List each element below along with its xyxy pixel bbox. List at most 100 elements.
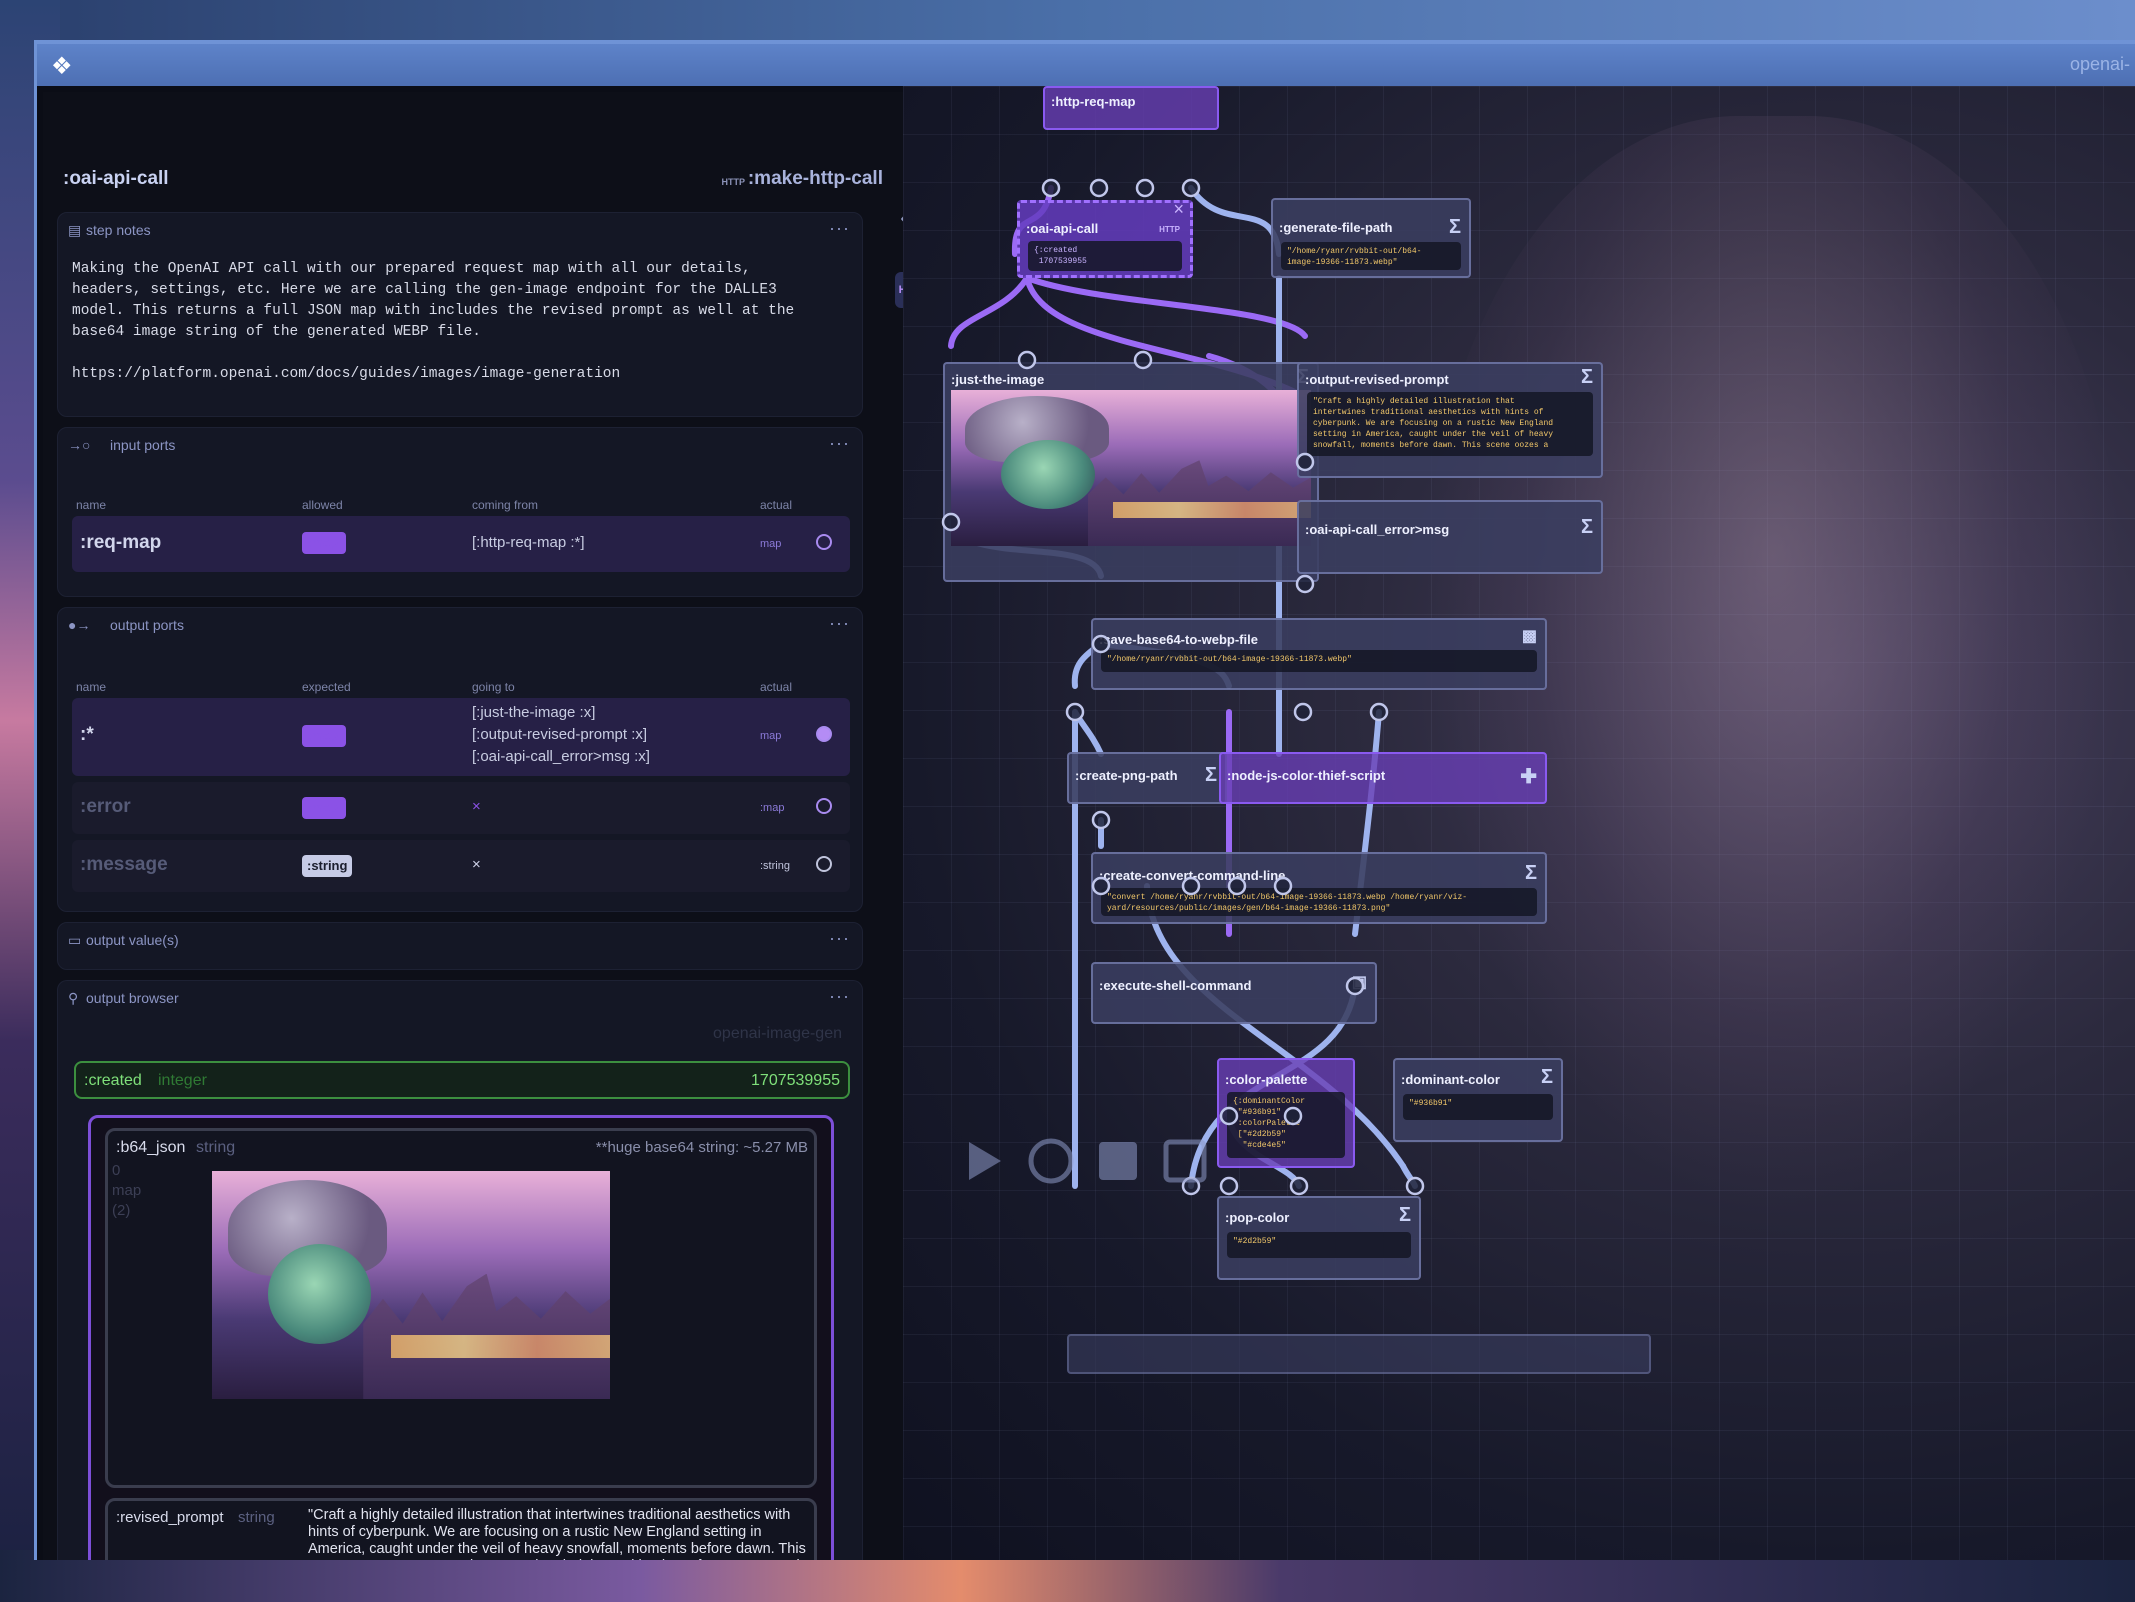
col-coming-from: coming from xyxy=(472,498,539,512)
output-port-row[interactable]: :* :map [:just-the-image :x] [:output-re… xyxy=(72,698,850,776)
notes-icon: ▤ xyxy=(68,222,82,238)
port-targets: [:just-the-image :x] [:output-revised-pr… xyxy=(472,702,650,768)
pin-icon[interactable] xyxy=(816,534,832,550)
more-icon[interactable]: ··· xyxy=(829,986,850,1007)
more-icon[interactable]: ··· xyxy=(829,928,850,949)
sigma-icon: Σ xyxy=(1204,764,1217,786)
node-value: "convert /home/ryanr/rvbbit-out/b64-imag… xyxy=(1101,888,1537,916)
puzzle-icon: ✚ xyxy=(1520,766,1537,788)
history-icon[interactable] xyxy=(1028,1138,1074,1184)
col-expected: expected xyxy=(302,680,351,694)
node-value: "Craft a highly detailed illustration th… xyxy=(1307,392,1593,456)
edge[interactable] xyxy=(948,275,1030,349)
node-color-thief-script[interactable]: :node-js-color-thief-script ✚ xyxy=(1219,752,1547,804)
revised-prompt-row[interactable]: :revised_prompt string "Craft a highly d… xyxy=(105,1498,817,1560)
window-title-bar[interactable]: ❖ openai- xyxy=(37,44,2135,86)
node-value: "/home/ryanr/rvbbit-out/b64- image-19366… xyxy=(1281,242,1461,270)
more-icon[interactable]: ··· xyxy=(829,218,850,239)
face-shape xyxy=(1001,439,1095,509)
step-notes-label: step notes xyxy=(86,222,151,238)
flow-canvas[interactable]: :http-req-map :oai-api-call HTTP {:creat… xyxy=(903,86,2135,1560)
node-pop-color[interactable]: :pop-color Σ "#2d2b59" xyxy=(1217,1196,1421,1280)
node-title: :node-js-color-thief-script xyxy=(1227,768,1386,783)
node-generate-file-path[interactable]: :generate-file-path Σ "/home/ryanr/rvbbi… xyxy=(1271,198,1471,278)
node-value: "/home/ryanr/rvbbit-out/b64-image-19366-… xyxy=(1101,650,1537,672)
node-oai-error[interactable]: :oai-api-call_error>msg Σ xyxy=(1297,500,1603,574)
output-port-row[interactable]: :error :map × :map xyxy=(72,782,850,834)
node-create-png-path[interactable]: :create-png-path Σ xyxy=(1067,752,1227,804)
port-target[interactable]: [:just-the-image :x] xyxy=(472,702,650,724)
node-save-base64-to-webp-file[interactable]: :save-base64-to-webp-file ▩ "/home/ryanr… xyxy=(1091,618,1547,690)
node-http-req-map[interactable]: :http-req-map xyxy=(1043,86,1219,130)
port-type-pill: :string xyxy=(302,855,353,877)
port-name: :message xyxy=(80,854,168,875)
node-just-the-image[interactable]: :just-the-image Σ xyxy=(943,362,1319,582)
play-icon[interactable] xyxy=(969,1142,1001,1180)
node-title: :dominant-color xyxy=(1401,1072,1500,1087)
node-title: :create-png-path xyxy=(1075,768,1178,783)
port-type-pill: :map xyxy=(302,797,346,819)
port-target[interactable]: [:oai-api-call_error>msg :x] xyxy=(472,746,650,768)
more-icon[interactable]: ··· xyxy=(829,433,850,454)
node-oai-api-call[interactable]: :oai-api-call HTTP {:created 1707539955 … xyxy=(1017,199,1193,278)
edge[interactable] xyxy=(1072,709,1104,757)
node-value: {:created 1707539955 xyxy=(1028,241,1182,271)
map-browser[interactable]: :b64_json string **huge base64 string: ~… xyxy=(88,1115,834,1560)
face-shape xyxy=(267,1243,372,1345)
app-logo-icon[interactable]: ❖ xyxy=(51,52,73,81)
port-target[interactable]: [:output-revised-prompt :x] xyxy=(472,724,650,746)
output-port-row[interactable]: :message :string × :string xyxy=(72,840,850,892)
input-port-row[interactable]: :req-map :map [:http-req-map :*] map xyxy=(72,516,850,572)
sigma-icon: Σ xyxy=(1448,216,1461,238)
desktop-background-top xyxy=(0,0,2135,40)
b64-type: string xyxy=(196,1139,236,1156)
revised-value: "Craft a highly detailed illustration th… xyxy=(308,1507,806,1560)
edge[interactable] xyxy=(1024,275,1308,339)
node-output-revised-prompt[interactable]: :output-revised-prompt Σ "Craft a highly… xyxy=(1297,362,1603,478)
b64-json-row[interactable]: :b64_json string **huge base64 string: ~… xyxy=(105,1128,817,1488)
node-create-convert-command-line[interactable]: :create-convert-command-line Σ "convert … xyxy=(1091,852,1547,924)
node-title: :oai-api-call_error>msg xyxy=(1305,522,1450,537)
generated-image-thumbnail xyxy=(951,390,1311,546)
input-port-icon: →○ xyxy=(68,437,91,453)
port-source: [:http-req-map :*] xyxy=(472,534,585,551)
map-count: (2) xyxy=(112,1202,131,1219)
output-browser-section: ⚲ output browser ··· openai-image-gen :cr… xyxy=(57,980,863,1560)
b64-size: **huge base64 string: ~5.27 MB xyxy=(595,1139,808,1156)
window-title: openai- xyxy=(2069,54,2130,74)
app-window: ❖ openai- :oai-api-call HTTP :make-http-… xyxy=(34,40,2135,1560)
node-value: "#936b91" xyxy=(1403,1094,1553,1120)
output-values-label: output value(s) xyxy=(86,932,179,948)
node-execute-shell-command[interactable]: :execute-shell-command ▣ xyxy=(1091,962,1377,1024)
port-actual: :string xyxy=(760,860,790,872)
port-name: :* xyxy=(80,724,94,745)
output-values-section[interactable]: ▭ output value(s) ··· xyxy=(57,922,863,970)
created-value: 1707539955 xyxy=(751,1072,840,1089)
step-notes-text[interactable]: Making the OpenAI API call with our prep… xyxy=(72,259,852,385)
sigma-icon: Σ xyxy=(1580,366,1593,388)
created-type: integer xyxy=(158,1072,207,1089)
save-icon[interactable] xyxy=(1099,1142,1137,1180)
node-bottom[interactable] xyxy=(1067,1334,1651,1374)
created-row[interactable]: :created integer 1707539955 xyxy=(74,1061,850,1099)
pin-icon[interactable] xyxy=(816,726,832,742)
close-icon[interactable]: × xyxy=(1173,199,1184,220)
more-icon[interactable]: ··· xyxy=(829,613,850,634)
node-title: :create-convert-command-line xyxy=(1099,868,1286,883)
step-notes-section: ▤ step notes ··· Making the OpenAI API ca… xyxy=(57,212,863,417)
http-badge: HTTP xyxy=(1159,225,1180,234)
node-dominant-color[interactable]: :dominant-color Σ "#936b91" xyxy=(1393,1058,1563,1142)
node-title: :pop-color xyxy=(1225,1210,1290,1225)
port-name: :req-map xyxy=(80,532,162,553)
browser-icon: ⚲ xyxy=(68,990,79,1006)
pin-icon[interactable] xyxy=(816,856,832,872)
edge[interactable] xyxy=(1400,1163,1418,1189)
input-ports-section: →○ input ports ··· name allowed coming fr… xyxy=(57,427,863,597)
edge[interactable] xyxy=(1188,185,1282,257)
sigma-icon: Σ xyxy=(1540,1066,1553,1088)
output-ports-label: output ports xyxy=(110,617,184,633)
settings-icon[interactable] xyxy=(1163,1139,1207,1183)
pin-icon[interactable] xyxy=(816,798,832,814)
generated-image-preview[interactable] xyxy=(212,1171,610,1399)
port-target: × xyxy=(472,856,481,873)
